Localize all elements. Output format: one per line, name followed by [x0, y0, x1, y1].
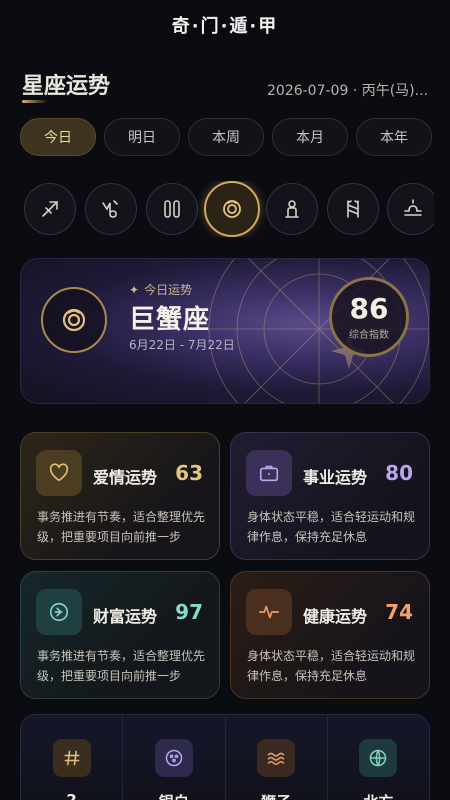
- health-score: 74: [385, 600, 413, 624]
- tab-week[interactable]: 本周: [188, 118, 264, 156]
- love-title: 爱情运势: [93, 468, 158, 487]
- health-desc: 身体状态平稳，适合轻运动和规律作息，保持充足休息: [247, 649, 416, 683]
- hash-icon: [52, 739, 91, 777]
- app-title: 奇·门·遁·甲: [171, 16, 279, 37]
- libra-icon: [404, 199, 422, 216]
- capricorn-icon: [102, 200, 118, 218]
- overall-score-label: 综合指数: [349, 329, 389, 341]
- career-score: 80: [385, 461, 413, 485]
- briefcase-icon: [246, 450, 292, 496]
- wealth-desc: 事务推进有节奏，适合整理优先级，把重要项目向前推一步: [37, 649, 206, 683]
- waves-icon: [257, 739, 296, 777]
- zodiac-selector: [24, 181, 434, 237]
- lucky-direction[interactable]: 北方: [328, 715, 429, 800]
- zodiac-capricorn-button[interactable]: [85, 183, 137, 235]
- zodiac-virgo-button[interactable]: [266, 183, 318, 235]
- lucky-number-value: 2: [66, 791, 77, 800]
- wealth-title: 财富运势: [93, 607, 158, 626]
- wealth-fortune-card[interactable]: 财富运势 97 事务推进有节奏，适合整理优先级，把重要项目向前推一步: [20, 571, 220, 699]
- app-header: 奇·门·遁·甲: [0, 0, 450, 50]
- compass-icon: [359, 739, 398, 777]
- career-fortune-card[interactable]: 事业运势 80 身体状态平稳，适合轻运动和规律作息，保持充足休息: [230, 432, 430, 560]
- gemini-icon: [164, 200, 180, 218]
- career-title: 事业运势: [303, 468, 368, 487]
- palette-icon: [154, 739, 193, 777]
- sparkle-icon: ✦: [129, 282, 140, 297]
- tab-month[interactable]: 本月: [272, 118, 348, 156]
- love-fortune-card[interactable]: 爱情运势 63 事务推进有节奏，适合整理优先级，把重要项目向前推一步: [20, 432, 220, 560]
- wealth-score: 97: [175, 600, 203, 624]
- overall-score-badge: 86 综合指数: [329, 277, 409, 357]
- title-underline: [22, 100, 48, 103]
- lucky-items-panel: 2 银白 狮子 北方: [20, 714, 430, 800]
- love-score: 63: [175, 461, 203, 485]
- sign-name: 巨蟹座: [129, 305, 211, 335]
- lucky-number[interactable]: 2: [21, 715, 124, 800]
- lucky-color-value: 银白: [123, 791, 224, 800]
- zodiac-gemini-button[interactable]: [146, 183, 198, 235]
- overall-score: 86: [349, 291, 389, 325]
- hero-label: ✦ 今日运势: [129, 281, 192, 298]
- zodiac-cancer-button[interactable]: [204, 181, 260, 237]
- aquarius-icon: [347, 200, 359, 218]
- virgo-icon: [285, 200, 299, 218]
- zodiac-sagittarius-button[interactable]: [24, 183, 76, 235]
- selected-sign-icon: [41, 287, 107, 353]
- zodiac-aquarius-button[interactable]: [327, 183, 379, 235]
- lucky-sign-value: 狮子: [226, 791, 327, 800]
- page-title: 星座运势: [22, 74, 111, 99]
- sign-date-range: 6月22日 - 7月22日: [129, 338, 235, 352]
- tab-tomorrow[interactable]: 明日: [104, 118, 180, 156]
- lucky-direction-value: 北方: [328, 791, 429, 800]
- lucky-color[interactable]: 银白: [123, 715, 226, 800]
- zodiac-libra-button[interactable]: [387, 183, 434, 235]
- health-fortune-card[interactable]: 健康运势 74 身体状态平稳，适合轻运动和规律作息，保持充足休息: [230, 571, 430, 699]
- period-tabs: 今日 明日 本周 本月 本年: [20, 118, 432, 156]
- tab-year[interactable]: 本年: [356, 118, 432, 156]
- heart-icon: [36, 450, 82, 496]
- lucky-sign[interactable]: 狮子: [226, 715, 328, 800]
- health-title: 健康运势: [303, 607, 368, 626]
- coin-icon: [36, 589, 82, 635]
- sagittarius-icon: [42, 201, 58, 217]
- sign-hero-card[interactable]: ✦ 今日运势 巨蟹座 6月22日 - 7月22日 86 综合指数: [20, 258, 430, 404]
- date-text: 2026-07-09 · 丙午(马)...: [267, 83, 428, 99]
- career-desc: 身体状态平稳，适合轻运动和规律作息，保持充足休息: [247, 510, 416, 544]
- cancer-icon: [223, 200, 241, 218]
- pulse-icon: [246, 589, 292, 635]
- tab-today[interactable]: 今日: [20, 118, 96, 156]
- love-desc: 事务推进有节奏，适合整理优先级，把重要项目向前推一步: [37, 510, 206, 544]
- hero-label-text: 今日运势: [144, 283, 193, 297]
